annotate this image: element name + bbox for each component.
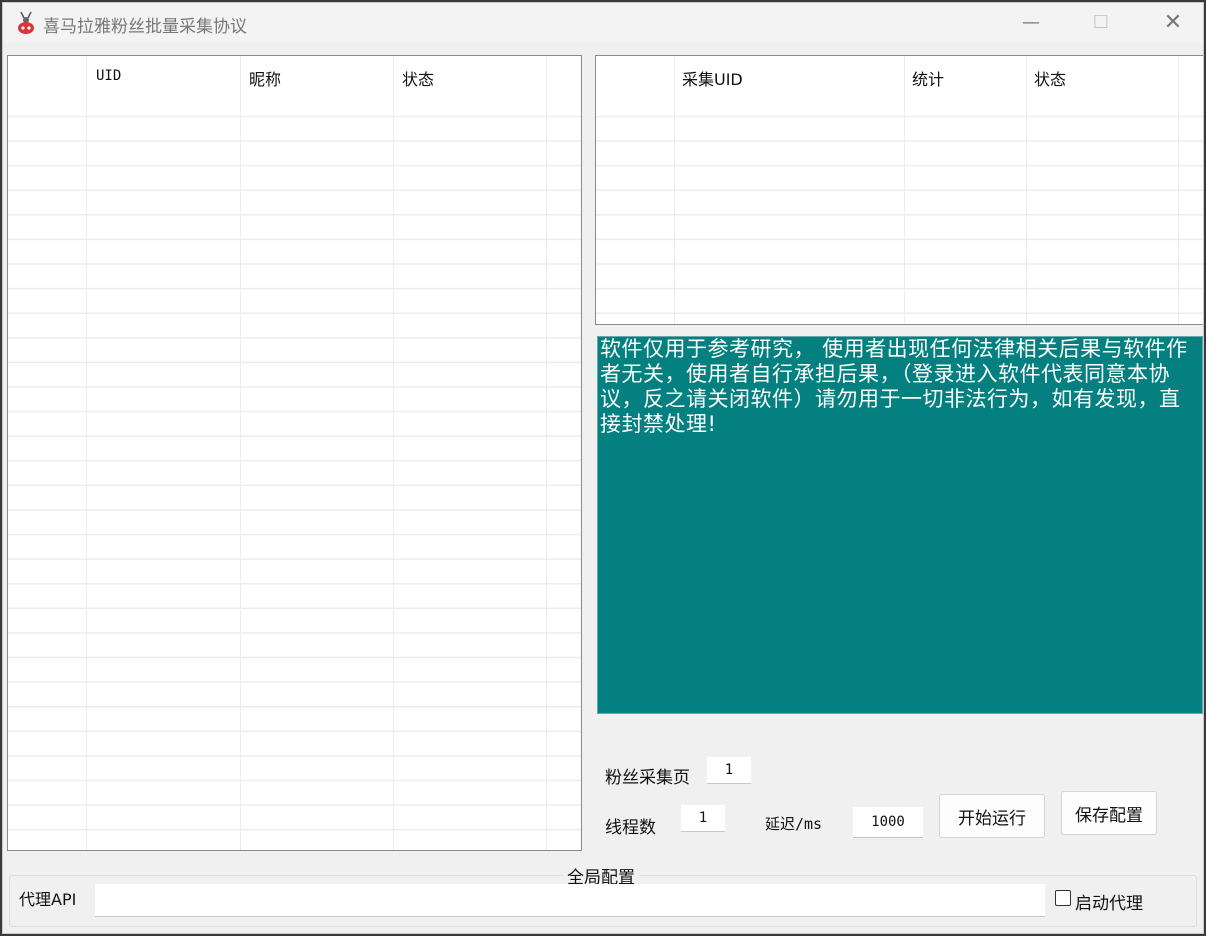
column-header-task-status[interactable]: 状态	[1034, 66, 1066, 90]
maximize-button[interactable]: ☐	[1079, 5, 1123, 41]
start-button[interactable]: 开始运行	[939, 794, 1045, 838]
column-header-nickname[interactable]: 昵称	[249, 66, 281, 90]
threads-input[interactable]	[681, 805, 725, 832]
grid-column-divider[interactable]	[1026, 56, 1027, 324]
fans-page-label: 粉丝采集页	[605, 768, 690, 788]
delay-input[interactable]	[853, 807, 923, 838]
enable-proxy-label[interactable]: 启动代理	[1075, 889, 1143, 914]
disclaimer-textbox[interactable]: 软件仅用于参考研究， 使用者出现任何法律相关后果与软件作者无关，使用者自行承担后…	[597, 336, 1203, 714]
fans-list-grid[interactable]: UID 昵称 状态	[7, 55, 582, 851]
title-bar: 喜马拉雅粉丝批量采集协议 — ☐ ✕	[3, 3, 1203, 43]
bug-app-icon	[18, 11, 34, 34]
proxy-api-input[interactable]	[95, 884, 1045, 917]
grid-column-divider[interactable]	[904, 56, 905, 324]
fans-page-input[interactable]	[707, 757, 751, 784]
threads-label: 线程数	[605, 818, 656, 838]
save-config-button[interactable]: 保存配置	[1061, 791, 1157, 835]
minimize-button[interactable]: —	[1009, 5, 1053, 41]
enable-proxy-checkbox[interactable]	[1055, 890, 1071, 906]
proxy-api-label: 代理API	[19, 890, 77, 909]
task-list-grid[interactable]: 采集UID 统计 状态	[595, 55, 1203, 325]
grid-column-divider[interactable]	[674, 56, 675, 324]
grid-column-divider[interactable]	[393, 56, 394, 850]
grid-column-divider[interactable]	[546, 56, 547, 850]
fans-grid-header	[8, 56, 581, 98]
grid-column-divider[interactable]	[240, 56, 241, 850]
close-button[interactable]: ✕	[1151, 5, 1195, 41]
delay-label: 延迟/ms	[765, 815, 823, 833]
grid-column-divider[interactable]	[1178, 56, 1179, 324]
window-title: 喜马拉雅粉丝批量采集协议	[43, 17, 247, 37]
column-header-status[interactable]: 状态	[402, 66, 434, 90]
app-window: 喜马拉雅粉丝批量采集协议 — ☐ ✕ UID 昵称 状态 采集UID 统计 状态…	[2, 2, 1204, 934]
column-header-collect-uid[interactable]: 采集UID	[682, 66, 743, 90]
column-header-stats[interactable]: 统计	[912, 66, 944, 90]
grid-column-divider[interactable]	[86, 56, 87, 850]
column-header-uid[interactable]: UID	[96, 68, 121, 84]
